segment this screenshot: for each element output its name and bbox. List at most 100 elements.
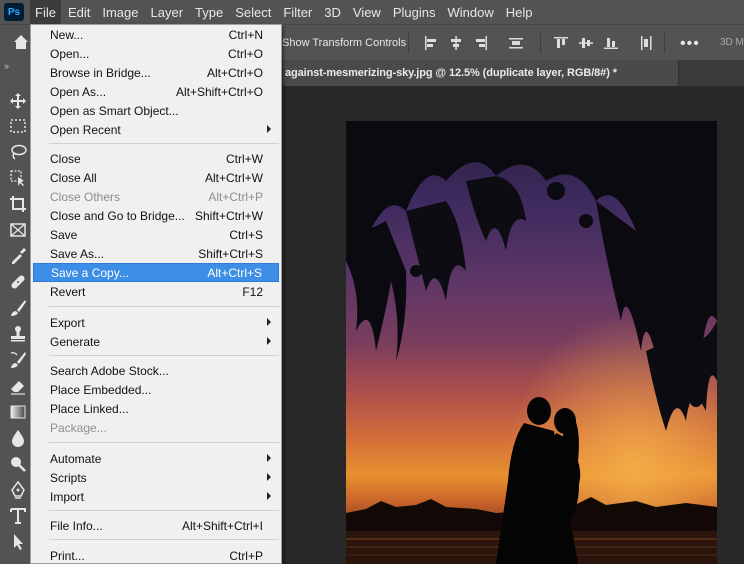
menu-item-shortcut: Alt+Ctrl+W [204,170,263,185]
menu-separator [49,355,279,356]
menu-item-label: Open... [50,46,90,61]
menu-type[interactable]: Type [190,0,228,24]
submenu-arrow-icon [267,337,271,345]
menu-item-open-recent[interactable]: Open Recent [33,120,279,139]
marquee-tool-icon[interactable] [9,117,27,135]
frame-tool-icon[interactable] [9,221,27,239]
menu-item-automate[interactable]: Automate [33,449,279,468]
align-bottom-icon[interactable] [604,36,618,50]
menu-item-open-as[interactable]: Open As... Alt+Shift+Ctrl+O [33,82,279,101]
menu-item-close-and-go-to-bridge[interactable]: Close and Go to Bridge... Shift+Ctrl+W [33,206,279,225]
divider [408,33,409,53]
menu-item-revert[interactable]: Revert F12 [33,282,279,301]
menu-layer[interactable]: Layer [146,0,189,24]
menu-item-shortcut: Shift+Ctrl+S [198,246,263,261]
menu-item-label: Export [50,315,85,330]
gradient-tool-icon[interactable] [9,403,27,421]
align-left-icon[interactable] [424,36,438,50]
menu-view[interactable]: View [348,0,386,24]
menu-item-close[interactable]: Close Ctrl+W [33,149,279,168]
menu-item-save-a-copy[interactable]: Save a Copy... Alt+Ctrl+S [33,263,279,282]
path-selection-tool-icon[interactable] [9,533,27,551]
menu-item-label: Import [50,489,85,504]
lasso-tool-icon[interactable] [9,143,27,161]
dodge-tool-icon[interactable] [9,455,27,473]
menu-item-shortcut: Shift+Ctrl+W [194,208,263,223]
menu-item-shortcut: Alt+Ctrl+O [206,65,263,80]
more-options-icon[interactable]: ••• [680,35,700,53]
menu-item-close-all[interactable]: Close All Alt+Ctrl+W [33,168,279,187]
menu-item-label: Save As... [50,246,105,261]
menu-separator [49,306,279,307]
menu-item-place-embedded[interactable]: Place Embedded... [33,380,279,399]
menu-image[interactable]: Image [97,0,143,24]
menu-edit[interactable]: Edit [63,0,95,24]
menu-item-place-linked[interactable]: Place Linked... [33,399,279,418]
document-tab[interactable]: against-mesmerizing-sky.jpg @ 12.5% (dup… [283,60,679,86]
move-tool-icon[interactable] [9,92,27,110]
document-tab-title: against-mesmerizing-sky.jpg @ 12.5% (dup… [285,67,617,79]
brush-tool-icon[interactable] [9,299,27,317]
divider [540,33,541,53]
menu-item-file-info[interactable]: File Info... Alt+Shift+Ctrl+I [33,516,279,535]
menu-3d[interactable]: 3D [319,0,346,24]
menu-item-scripts[interactable]: Scripts [33,468,279,487]
menu-item-label: Search Adobe Stock... [50,363,169,378]
home-icon[interactable] [13,34,29,50]
3d-mode-label[interactable]: 3D Mo [720,37,744,48]
menu-item-open-as-smart-object[interactable]: Open as Smart Object... [33,101,279,120]
menu-filter[interactable]: Filter [278,0,317,24]
menu-item-label: Close All [50,170,97,185]
distribute-icon[interactable] [509,36,523,50]
menu-item-save[interactable]: Save Ctrl+S [33,225,279,244]
menu-help[interactable]: Help [501,0,538,24]
menu-item-label: Automate [50,451,102,466]
file-menu: New... Ctrl+N Open... Ctrl+O Browse in Bri… [30,24,282,564]
menu-item-label: Open Recent [50,122,121,137]
type-tool-icon[interactable] [9,507,27,525]
submenu-arrow-icon [267,492,271,500]
menu-item-open[interactable]: Open... Ctrl+O [33,44,279,63]
menu-item-close-others: Close Others Alt+Ctrl+P [33,187,279,206]
document-canvas-image[interactable] [346,121,717,564]
show-transform-controls-label[interactable]: Show Transform Controls [282,37,406,49]
collapse-panel-icon[interactable]: » [4,61,9,71]
align-center-horizontal-icon[interactable] [449,36,463,50]
menu-separator [49,143,279,144]
menu-select[interactable]: Select [230,0,276,24]
align-middle-vertical-icon[interactable] [579,36,593,50]
menu-item-label: Close [50,151,81,166]
align-top-icon[interactable] [554,36,568,50]
object-selection-tool-icon[interactable] [9,169,27,187]
history-brush-tool-icon[interactable] [9,351,27,369]
menu-item-save-as[interactable]: Save As... Shift+Ctrl+S [33,244,279,263]
menu-file[interactable]: File [30,0,61,24]
menu-separator [49,510,279,511]
menu-window[interactable]: Window [442,0,498,24]
menu-item-new[interactable]: New... Ctrl+N [33,25,279,44]
healing-brush-tool-icon[interactable] [9,273,27,291]
menu-item-export[interactable]: Export [33,313,279,332]
menu-separator [49,539,279,540]
align-right-icon[interactable] [474,36,488,50]
menu-item-shortcut: Alt+Shift+Ctrl+I [181,518,263,533]
pen-tool-icon[interactable] [9,481,27,499]
crop-tool-icon[interactable] [9,195,27,213]
menu-item-label: Print... [50,548,85,563]
eraser-tool-icon[interactable] [9,377,27,395]
eyedropper-tool-icon[interactable] [9,247,27,265]
menu-item-import[interactable]: Import [33,487,279,506]
menu-item-print[interactable]: Print... Ctrl+P [33,546,279,564]
menu-item-label: Close Others [50,189,121,204]
menu-item-label: Place Embedded... [50,382,152,397]
menu-plugins[interactable]: Plugins [388,0,441,24]
menu-item-search-adobe-stock[interactable]: Search Adobe Stock... [33,361,279,380]
menu-item-label: Open as Smart Object... [50,103,179,118]
blur-tool-icon[interactable] [9,429,27,447]
divider [664,33,665,53]
menu-item-generate[interactable]: Generate [33,332,279,351]
distribute-vertical-icon[interactable] [639,36,653,50]
menu-item-browse-in-bridge[interactable]: Browse in Bridge... Alt+Ctrl+O [33,63,279,82]
menu-item-shortcut: F12 [242,284,263,299]
clone-stamp-tool-icon[interactable] [9,325,27,343]
